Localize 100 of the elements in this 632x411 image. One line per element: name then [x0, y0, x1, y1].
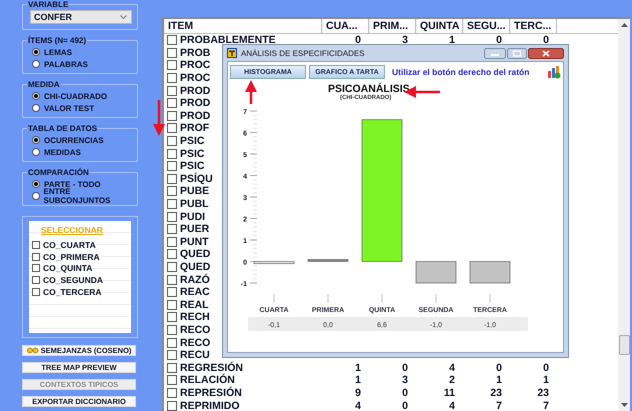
radio-button[interactable]: [32, 192, 40, 200]
row-checkbox[interactable]: [167, 212, 177, 222]
radio-button[interactable]: [32, 180, 40, 188]
row-checkbox[interactable]: [167, 86, 177, 96]
variable-dropdown[interactable]: CONFER: [30, 10, 132, 24]
radio-option[interactable]: PARTE - TODO: [32, 178, 132, 190]
item-cell: PUBL: [180, 198, 209, 210]
table-cell-text: 4: [354, 400, 362, 411]
row-checkbox[interactable]: [167, 48, 177, 58]
row-checkbox[interactable]: [167, 174, 177, 184]
table-cell-text: 0: [495, 362, 503, 374]
item-cell: PROD: [180, 84, 210, 97]
row-checkbox[interactable]: [167, 287, 177, 298]
table-cell-text: 0: [401, 386, 409, 399]
row-checkbox[interactable]: [167, 312, 177, 322]
item-cell: PROBABLEMENTE: [180, 34, 276, 46]
row-checkbox[interactable]: [167, 362, 177, 373]
row-checkbox[interactable]: [167, 123, 177, 134]
table-cell-text: 0: [401, 400, 409, 411]
radio-button[interactable]: [32, 92, 40, 100]
bar: [416, 261, 456, 284]
row-checkbox[interactable]: [167, 148, 177, 159]
checkbox[interactable]: [32, 252, 40, 261]
checkbox[interactable]: [32, 276, 40, 284]
checkbox[interactable]: [32, 240, 40, 249]
item-cell: REAC: [180, 286, 210, 298]
item-cell: PROC: [180, 72, 210, 84]
window-title: ANÁLISIS DE ESPECIFICIDADES: [241, 48, 365, 58]
table-cell-text: 1: [542, 374, 550, 386]
radio-option[interactable]: OCURRENCIAS: [32, 134, 132, 146]
column-header[interactable]: TERC...: [510, 19, 557, 33]
checkbox-option[interactable]: CO_SEGUNDA: [32, 274, 128, 286]
radio-button[interactable]: [32, 48, 40, 56]
scroll-up-icon[interactable]: [620, 23, 628, 27]
radio-option[interactable]: ENTRE SUBCONJUNTOS: [32, 190, 132, 202]
checkbox[interactable]: [32, 264, 40, 272]
checkbox[interactable]: [32, 288, 40, 296]
row-checkbox[interactable]: [167, 249, 177, 260]
radio-button[interactable]: [32, 104, 40, 112]
table-cell-text: 0: [542, 362, 550, 374]
table-cell-text: 4: [448, 362, 456, 374]
row-checkbox[interactable]: [167, 262, 177, 272]
row-checkbox[interactable]: [167, 73, 177, 84]
caret-icon: [120, 15, 127, 19]
row-checkbox[interactable]: [167, 338, 177, 348]
item-cell: PROF: [180, 122, 210, 134]
row-checkbox[interactable]: [167, 161, 177, 172]
radio-option[interactable]: LEMAS: [32, 46, 132, 58]
row-checkbox[interactable]: [167, 35, 177, 46]
chart-icon[interactable]: [547, 65, 561, 79]
checkbox-option[interactable]: CO_PRIMERA: [32, 250, 128, 262]
radio-option[interactable]: MEDIDAS: [32, 146, 132, 158]
table-cell-text: 23: [536, 386, 550, 399]
item-cell: RECU: [180, 349, 210, 362]
table-cell-text: 23: [489, 386, 503, 399]
table-cell-text: 3: [401, 34, 409, 46]
scroll-thumb[interactable]: [618, 335, 630, 355]
table-cell-text: 1: [448, 34, 456, 46]
item-cell: PUNT: [180, 236, 209, 248]
row-checkbox[interactable]: [167, 324, 177, 335]
item-cell: PSÍQU: [180, 172, 213, 185]
row-checkbox[interactable]: [167, 60, 177, 70]
row-checkbox[interactable]: [167, 350, 177, 360]
row-checkbox[interactable]: [167, 199, 177, 210]
radio-option[interactable]: PALABRAS: [32, 58, 132, 70]
row-checkbox[interactable]: [167, 400, 177, 411]
scrollbar[interactable]: [618, 19, 630, 411]
row-checkbox[interactable]: [167, 300, 177, 310]
row-checkbox[interactable]: [167, 110, 177, 121]
group-label: TABLA DE DATOS: [27, 124, 98, 133]
radio-option[interactable]: CHI-CUADRADO: [32, 90, 132, 102]
item-cell: RELACIÓN: [180, 374, 235, 386]
radio-option[interactable]: VALOR TEST: [32, 102, 132, 114]
row-checkbox[interactable]: [167, 388, 177, 398]
item-cell: REPRIMIDO: [180, 400, 240, 411]
item-cell: REAL: [180, 298, 209, 311]
scroll-down-icon[interactable]: [620, 403, 628, 407]
minimize-icon[interactable]: [484, 48, 506, 58]
row-checkbox[interactable]: [167, 274, 177, 285]
row-checkbox[interactable]: [167, 186, 177, 196]
close-icon[interactable]: [528, 48, 564, 58]
column-header[interactable]: QUINTA: [416, 19, 463, 33]
radio-button[interactable]: [32, 60, 40, 68]
column-header[interactable]: ITEM: [164, 19, 322, 33]
checkbox-option[interactable]: CO_CUARTA: [32, 239, 128, 251]
row-checkbox[interactable]: [167, 224, 177, 234]
radio-button[interactable]: [32, 136, 40, 144]
column-header[interactable]: SEGU...: [463, 19, 510, 33]
table-cell-text: 11: [442, 386, 456, 399]
row-checkbox[interactable]: [167, 375, 177, 386]
column-header[interactable]: PRIM...: [369, 19, 416, 33]
radio-button[interactable]: [32, 148, 40, 156]
maximize-icon[interactable]: [507, 48, 527, 58]
row-checkbox[interactable]: [167, 98, 177, 108]
item-cell: RECO: [180, 336, 210, 349]
row-checkbox[interactable]: [167, 136, 177, 146]
checkbox-option[interactable]: CO_QUINTA: [32, 262, 128, 274]
column-header[interactable]: CUA...: [322, 19, 369, 33]
checkbox-option[interactable]: CO_TERCERA: [32, 286, 128, 298]
row-checkbox[interactable]: [167, 236, 177, 247]
